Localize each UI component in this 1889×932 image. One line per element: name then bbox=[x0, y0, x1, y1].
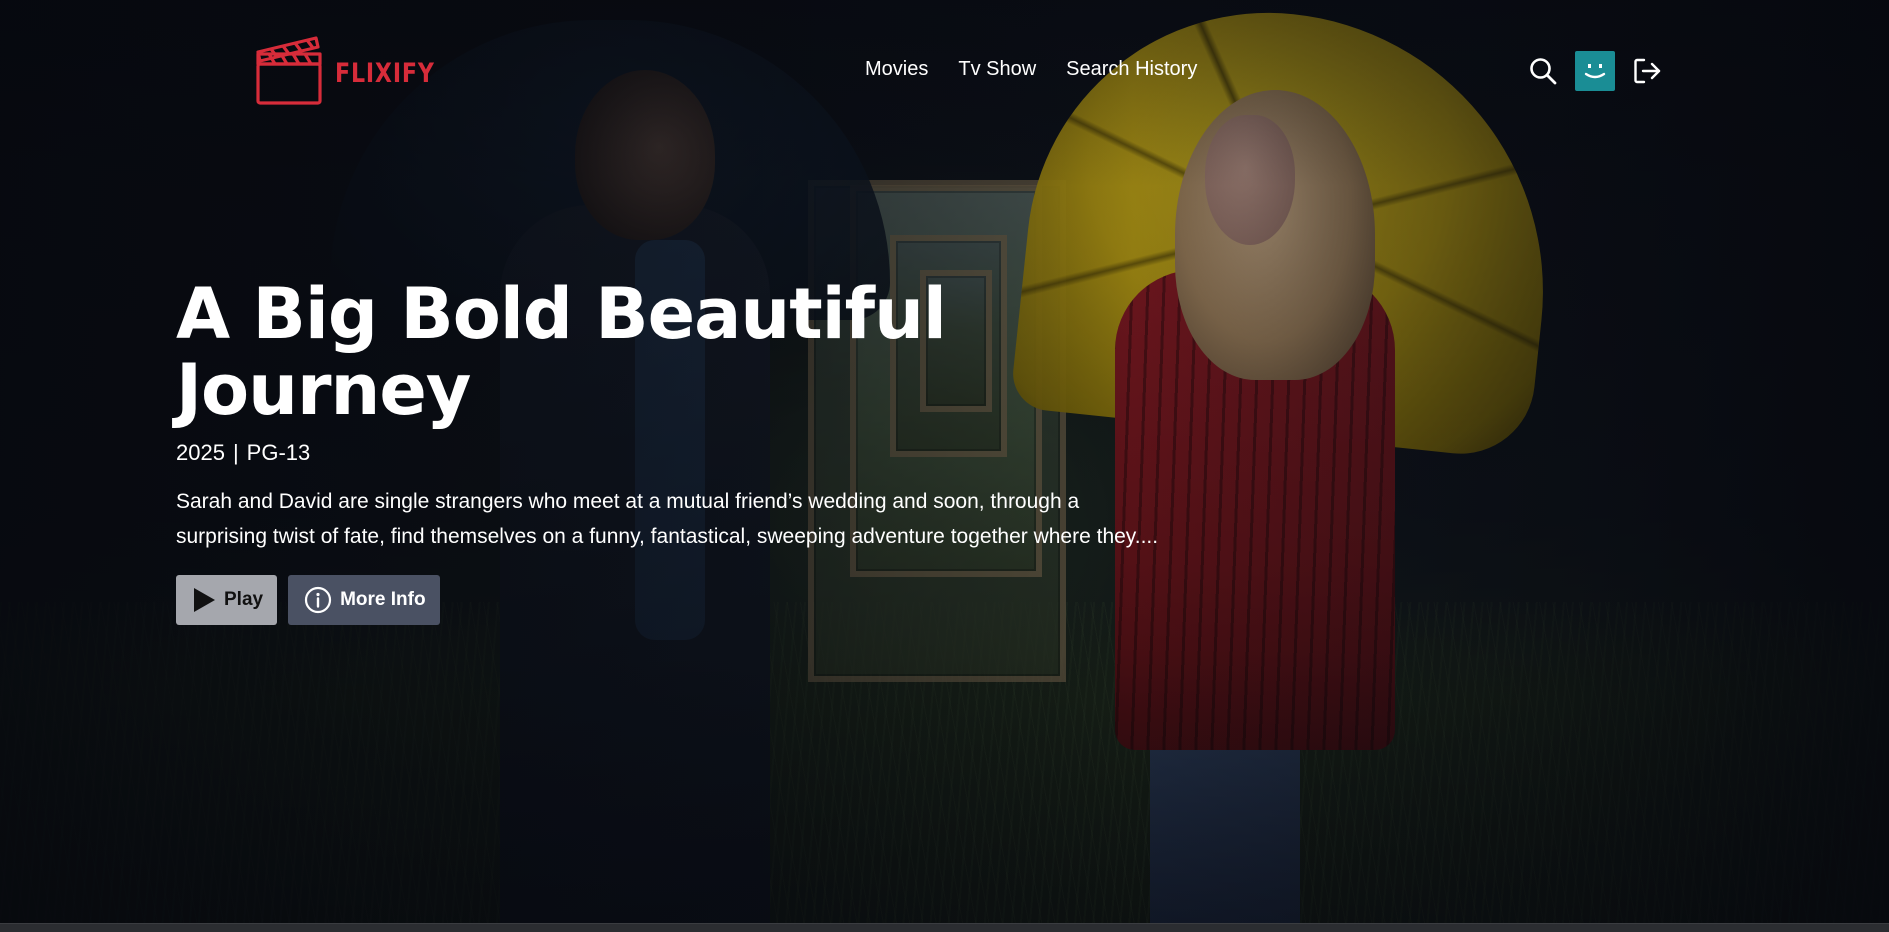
logout-icon[interactable] bbox=[1632, 56, 1662, 86]
movie-rating: PG-13 bbox=[246, 440, 311, 465]
play-icon bbox=[194, 588, 215, 612]
nav-link-movies[interactable]: Movies bbox=[865, 58, 928, 81]
app-frame: FLIXIFY Movies Tv Show Search History A … bbox=[0, 0, 1889, 932]
user-avatar[interactable] bbox=[1575, 51, 1615, 91]
top-navbar: FLIXIFY Movies Tv Show Search History bbox=[0, 0, 1889, 140]
main-nav: Movies Tv Show Search History bbox=[865, 58, 1197, 81]
movie-title: A Big Bold Beautiful Journey bbox=[176, 273, 947, 431]
smiley-avatar-icon bbox=[1584, 64, 1606, 79]
search-icon[interactable] bbox=[1528, 56, 1558, 86]
more-info-button[interactable]: More Info bbox=[288, 575, 440, 625]
play-button[interactable]: Play bbox=[176, 575, 278, 625]
movie-year: 2025 bbox=[176, 440, 225, 465]
info-icon bbox=[304, 586, 332, 614]
nav-link-search-history[interactable]: Search History bbox=[1066, 58, 1197, 81]
clapperboard-icon bbox=[255, 36, 323, 111]
hero-actions: Play More Info bbox=[176, 575, 1176, 625]
nav-link-tv-show[interactable]: Tv Show bbox=[958, 58, 1036, 81]
window-bottom-edge bbox=[0, 923, 1889, 932]
brand-logo[interactable]: FLIXIFY bbox=[255, 36, 457, 111]
brand-name: FLIXIFY bbox=[335, 58, 435, 89]
play-button-label: Play bbox=[224, 589, 264, 610]
meta-separator: | bbox=[232, 440, 239, 465]
movie-meta: 2025 | PG-13 bbox=[176, 440, 1176, 466]
hero-info: A Big Bold Beautiful Journey 2025 | PG-1… bbox=[176, 276, 1176, 625]
more-info-button-label: More Info bbox=[340, 589, 426, 610]
movie-description: Sarah and David are single strangers who… bbox=[176, 490, 1159, 548]
header-actions bbox=[1528, 51, 1662, 91]
